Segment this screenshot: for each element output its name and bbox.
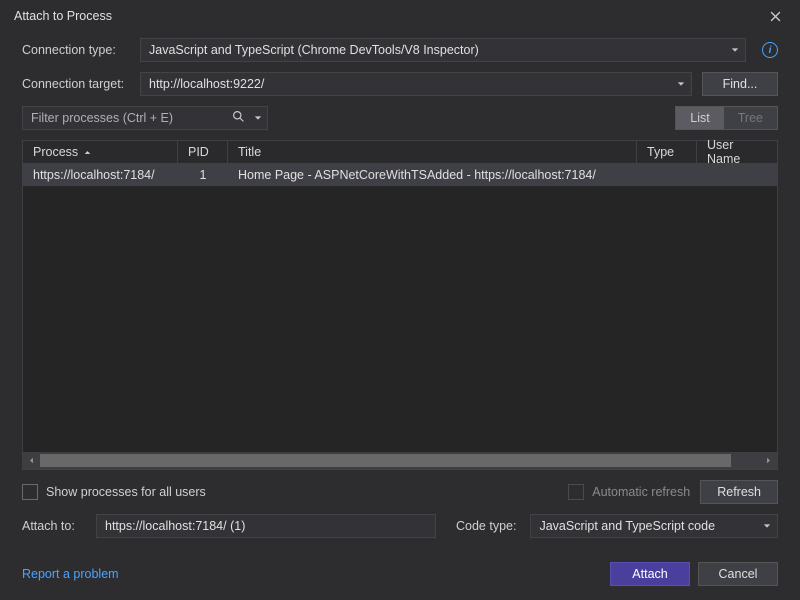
view-mode-toggle: List Tree	[675, 106, 778, 130]
connection-target-dropdown[interactable]: http://localhost:9222/	[140, 72, 692, 96]
close-button[interactable]	[760, 4, 790, 28]
code-type-value: JavaScript and TypeScript code	[539, 519, 715, 533]
grid-body: https://localhost:7184/ 1 Home Page - AS…	[23, 164, 777, 452]
close-icon	[770, 11, 781, 22]
attach-to-field[interactable]: https://localhost:7184/ (1)	[96, 514, 436, 538]
column-header-process[interactable]: Process	[23, 141, 178, 163]
attach-to-value: https://localhost:7184/ (1)	[105, 519, 245, 533]
auto-refresh-label: Automatic refresh	[592, 485, 690, 499]
attach-to-process-dialog: Attach to Process Connection type: JavaS…	[0, 0, 800, 600]
filter-placeholder: Filter processes (Ctrl + E)	[31, 111, 173, 125]
list-view-button[interactable]: List	[676, 107, 723, 129]
code-type-label: Code type:	[456, 519, 516, 533]
process-grid: Process PID Title Type User Name https:/…	[22, 140, 778, 470]
attach-to-label: Attach to:	[22, 519, 82, 533]
chevron-down-icon	[763, 522, 771, 530]
report-problem-link[interactable]: Report a problem	[22, 567, 119, 581]
titlebar: Attach to Process	[0, 0, 800, 32]
table-row[interactable]: https://localhost:7184/ 1 Home Page - AS…	[23, 164, 777, 186]
attach-button[interactable]: Attach	[610, 562, 690, 586]
column-header-pid[interactable]: PID	[178, 141, 228, 163]
code-type-dropdown[interactable]: JavaScript and TypeScript code	[530, 514, 778, 538]
chevron-down-icon	[731, 46, 739, 54]
search-icon	[232, 110, 245, 126]
refresh-button[interactable]: Refresh	[700, 480, 778, 504]
dialog-title: Attach to Process	[14, 9, 760, 23]
cell-process: https://localhost:7184/	[23, 168, 178, 182]
column-header-type[interactable]: Type	[637, 141, 697, 163]
find-button[interactable]: Find...	[702, 72, 778, 96]
scrollbar-thumb[interactable]	[40, 454, 731, 467]
chevron-down-icon	[677, 80, 685, 88]
horizontal-scrollbar[interactable]	[23, 452, 777, 469]
connection-target-value: http://localhost:9222/	[149, 77, 264, 91]
show-all-users-label: Show processes for all users	[46, 485, 206, 499]
connection-type-dropdown[interactable]: JavaScript and TypeScript (Chrome DevToo…	[140, 38, 746, 62]
cancel-button[interactable]: Cancel	[698, 562, 778, 586]
connection-target-label: Connection target:	[22, 77, 130, 91]
tree-view-button[interactable]: Tree	[724, 107, 777, 129]
cell-pid: 1	[178, 168, 228, 182]
connection-type-label: Connection type:	[22, 43, 130, 57]
sort-asc-icon	[84, 149, 91, 156]
connection-type-value: JavaScript and TypeScript (Chrome DevToo…	[149, 43, 479, 57]
info-icon[interactable]: i	[762, 42, 778, 58]
scrollbar-track[interactable]	[40, 452, 760, 469]
auto-refresh-checkbox	[568, 484, 584, 500]
cell-title: Home Page - ASPNetCoreWithTSAdded - http…	[228, 168, 637, 182]
grid-header: Process PID Title Type User Name	[23, 141, 777, 164]
scroll-left-icon[interactable]	[23, 452, 40, 469]
chevron-down-icon[interactable]	[254, 114, 262, 122]
filter-input[interactable]: Filter processes (Ctrl + E)	[22, 106, 268, 130]
scroll-right-icon[interactable]	[760, 452, 777, 469]
column-header-user[interactable]: User Name	[697, 141, 777, 163]
show-all-users-checkbox[interactable]	[22, 484, 38, 500]
column-header-title[interactable]: Title	[228, 141, 637, 163]
